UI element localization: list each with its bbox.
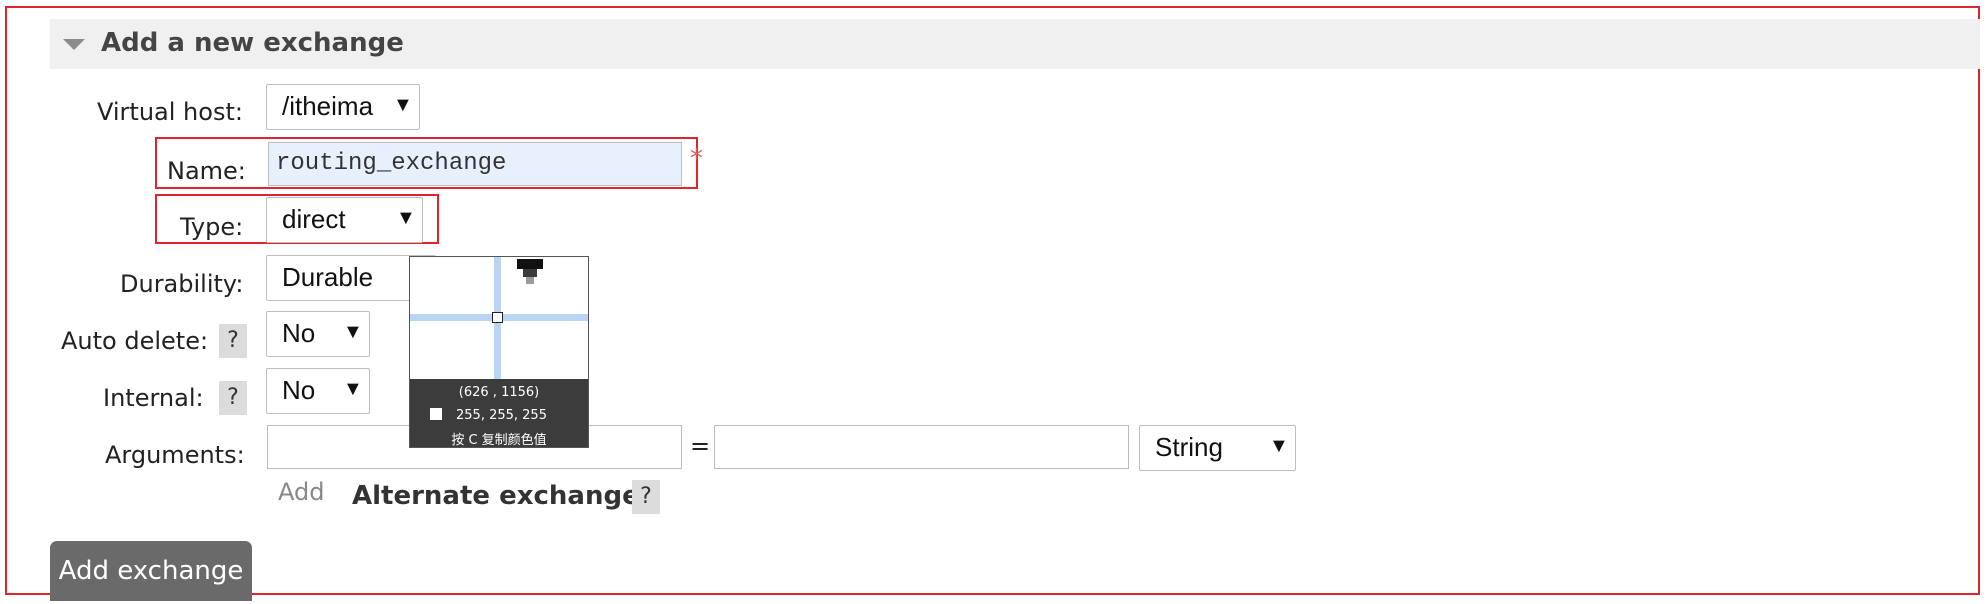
virtual-host-select[interactable]: /itheima ▼ <box>266 84 420 130</box>
caret-down-icon: ▼ <box>393 94 413 116</box>
argument-type-select[interactable]: String ▼ <box>1139 425 1296 471</box>
internal-value: No <box>282 375 316 405</box>
collapse-triangle-icon[interactable] <box>63 39 85 50</box>
type-select[interactable]: direct ▼ <box>266 197 423 243</box>
durability-value: Durable <box>282 262 374 292</box>
auto-delete-label: Auto delete: <box>61 327 209 355</box>
virtual-host-label: Virtual host: <box>97 98 243 126</box>
crosshair-center-icon <box>492 312 503 323</box>
caret-down-icon: ▼ <box>343 321 363 343</box>
alternate-exchange-help-icon[interactable]: ? <box>632 480 660 514</box>
magnified-pixels <box>526 277 534 284</box>
type-value: direct <box>282 204 346 234</box>
color-picker-info: (626 , 1156) 255, 255, 255 按 C 复制颜色值 <box>410 379 588 448</box>
required-mark: * <box>690 144 703 174</box>
auto-delete-value: No <box>282 318 316 348</box>
alternate-exchange-label: Alternate exchange <box>352 481 640 511</box>
color-swatch <box>430 408 442 420</box>
equals-sign: = <box>690 432 711 460</box>
color-picker-overlay: (626 , 1156) 255, 255, 255 按 C 复制颜色值 <box>409 256 589 448</box>
name-input[interactable]: routing_exchange <box>268 142 682 186</box>
internal-label: Internal: <box>103 384 204 412</box>
caret-down-icon: ▼ <box>396 207 416 229</box>
magnified-pixels <box>523 269 537 277</box>
auto-delete-select[interactable]: No ▼ <box>266 311 370 357</box>
name-label: Name: <box>167 157 246 185</box>
add-exchange-button[interactable]: Add exchange <box>50 541 252 601</box>
picker-rgb: 255, 255, 255 <box>456 408 547 423</box>
magnified-pixels <box>517 259 543 269</box>
internal-select[interactable]: No ▼ <box>266 368 370 414</box>
type-label: Type: <box>180 213 244 241</box>
caret-down-icon: ▼ <box>343 378 363 400</box>
argument-value-input[interactable] <box>714 425 1129 469</box>
virtual-host-value: /itheima <box>282 91 374 121</box>
picker-coordinates: (626 , 1156) <box>458 385 540 400</box>
internal-help-icon[interactable]: ? <box>219 381 247 415</box>
durability-label: Durability: <box>120 270 244 298</box>
caret-down-icon: ▼ <box>1269 435 1289 457</box>
section-title[interactable]: Add a new exchange <box>101 28 404 58</box>
picker-hint: 按 C 复制颜色值 <box>451 433 547 448</box>
auto-delete-help-icon[interactable]: ? <box>219 324 247 358</box>
picker-rgb-row: 255, 255, 255 <box>430 408 547 423</box>
argument-type-value: String <box>1155 432 1223 462</box>
arguments-label: Arguments: <box>105 441 245 469</box>
add-argument-link[interactable]: Add <box>278 478 324 506</box>
